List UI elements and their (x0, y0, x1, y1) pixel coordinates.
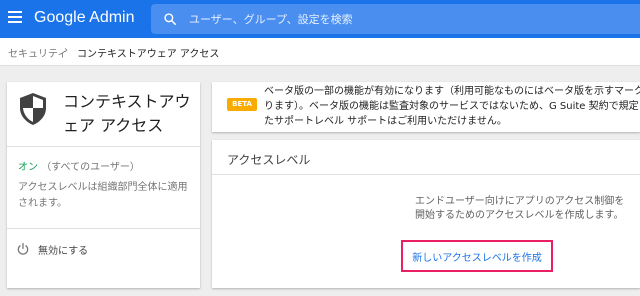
breadcrumb: セキュリティ › コンテキストアウェア アクセス (0, 38, 640, 66)
beta-banner-text: ベータ版の一部の機能が有効になります（利用可能なものにはベータ版を示すマークがあ… (264, 86, 640, 127)
beta-banner: BETA ベータ版の一部の機能が有効になります（利用可能なものにはベータ版を示す… (212, 82, 640, 132)
divider (7, 228, 200, 229)
status-scope-label: （すべてのユーザー） (41, 162, 140, 173)
status-on-label: オン (18, 162, 38, 173)
create-access-level-button[interactable]: 新しいアクセスレベルを作成 (401, 240, 553, 272)
access-levels-card: アクセスレベル エンドユーザー向けにアプリのアクセス制御を開始するためのアクセス… (212, 140, 640, 288)
shield-icon (20, 93, 46, 125)
divider (212, 174, 640, 175)
disable-label: 無効にする (38, 245, 89, 257)
breadcrumb-separator: › (64, 45, 68, 56)
search-bar[interactable] (151, 4, 640, 34)
search-input[interactable] (189, 8, 629, 30)
access-levels-title: アクセスレベル (227, 153, 311, 167)
divider (7, 146, 200, 147)
beta-badge: BETA (227, 98, 257, 111)
app-summary-card: コンテキストアウェア アクセス オン （すべてのユーザー） アクセスレベルは組織… (7, 82, 200, 288)
search-icon[interactable] (163, 12, 177, 26)
disable-button[interactable]: 無効にする (16, 240, 88, 258)
breadcrumb-current: コンテキストアウェア アクセス (77, 49, 220, 60)
top-app-bar: Google Admin (0, 0, 640, 38)
status-description: アクセスレベルは組織部門全体に適用されます。 (18, 182, 188, 209)
app-title: コンテキストアウェア アクセス (63, 92, 191, 135)
status-text: オン （すべてのユーザー） (18, 158, 140, 173)
breadcrumb-security-link[interactable]: セキュリティ (8, 45, 67, 60)
access-levels-empty-description: エンドユーザー向けにアプリのアクセス制御を開始するためのアクセスレベルを作成しま… (415, 196, 625, 221)
app-logo[interactable]: Google Admin (34, 9, 135, 27)
power-icon (17, 242, 29, 255)
menu-icon[interactable] (8, 11, 22, 23)
